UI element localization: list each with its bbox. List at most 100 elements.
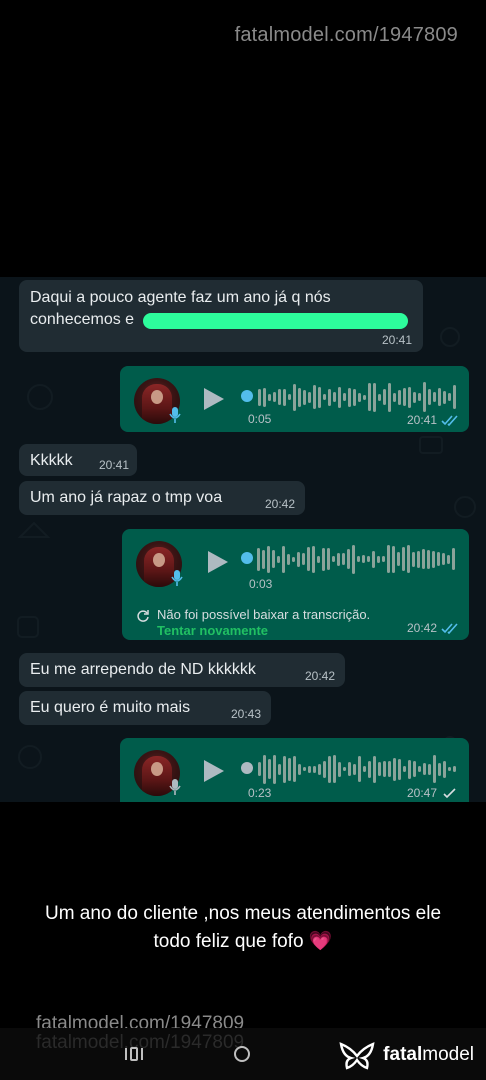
waveform-bar — [288, 394, 291, 400]
waveform-bar — [318, 763, 321, 775]
message-incoming[interactable]: Eu quero é muito mais 20:43 — [19, 691, 271, 725]
playback-position[interactable] — [241, 762, 253, 774]
single-check-icon — [443, 788, 456, 799]
waveform-bar — [428, 389, 431, 405]
waveform-bar — [367, 556, 370, 562]
waveform-bar — [348, 762, 351, 776]
message-time: 20:41 — [381, 333, 412, 347]
logo-text: fatalmodel — [383, 1044, 474, 1065]
waveform-bar — [398, 389, 401, 405]
waveform-bar — [368, 383, 371, 411]
playback-position[interactable] — [241, 552, 253, 564]
waveform-bar — [343, 393, 346, 401]
play-icon[interactable] — [204, 388, 224, 410]
waveform-bar — [292, 556, 295, 562]
play-icon[interactable] — [208, 551, 228, 573]
waveform-bar — [293, 756, 296, 782]
waveform-bar — [352, 544, 355, 574]
waveform-bar — [258, 762, 261, 776]
waveform-bar — [413, 761, 416, 777]
play-icon[interactable] — [204, 760, 224, 782]
waveform-bar — [363, 766, 366, 772]
waveform[interactable] — [258, 380, 456, 414]
waveform-bar — [373, 755, 376, 783]
waveform-bar — [378, 393, 381, 401]
message-incoming[interactable]: Um ano já rapaz o tmp voa 20:42 — [19, 481, 305, 515]
story-caption: Um ano do cliente ,nos meus atendimentos… — [0, 900, 486, 956]
waveform-bar — [368, 760, 371, 778]
waveform[interactable] — [257, 542, 455, 576]
waveform-bar — [393, 392, 396, 402]
waveform-bar — [353, 763, 356, 775]
waveform-bar — [307, 547, 310, 571]
microphone-icon — [169, 779, 181, 795]
waveform-bar — [407, 545, 410, 573]
waveform-bar — [283, 388, 286, 406]
waveform-bar — [268, 759, 271, 779]
chat-area: Daqui a pouco agente faz um ano já q nós… — [0, 277, 486, 802]
message-time: 20:42 — [304, 669, 335, 683]
audio-duration: 0:05 — [248, 412, 272, 426]
waveform-bar — [373, 382, 376, 412]
waveform-bar — [433, 755, 436, 783]
waveform-bar — [397, 552, 400, 566]
message-text: conhecemos e — [30, 311, 135, 328]
waveform-bar — [383, 761, 386, 777]
message-incoming[interactable]: Kkkkk 20:41 — [19, 444, 137, 476]
home-icon[interactable] — [232, 1044, 252, 1064]
waveform-bar — [448, 393, 451, 401]
waveform-bar — [318, 386, 321, 408]
waveform-bar — [283, 755, 286, 783]
waveform-bar — [268, 393, 271, 401]
waveform-bar — [408, 386, 411, 408]
microphone-icon — [169, 407, 181, 423]
waveform-bar — [443, 390, 446, 404]
transcription-error: Não foi possível baixar a transcrição. — [157, 607, 371, 622]
double-check-icon — [441, 415, 458, 426]
waveform-bar — [293, 383, 296, 411]
waveform-bar — [358, 756, 361, 782]
waveform-bar — [342, 553, 345, 565]
message-incoming[interactable]: Daqui a pouco agente faz um ano já q nós… — [19, 280, 423, 352]
waveform-bar — [343, 767, 346, 771]
waveform-bar — [422, 549, 425, 569]
voice-message[interactable]: 0:03 Não foi possível baixar a transcriç… — [122, 529, 469, 640]
redaction-scribble — [143, 313, 408, 329]
waveform-bar — [408, 759, 411, 779]
waveform-bar — [337, 552, 340, 566]
waveform-bar — [388, 382, 391, 412]
waveform-bar — [322, 547, 325, 571]
retry-transcription-link[interactable]: Tentar novamente — [157, 623, 268, 638]
waveform-bar — [363, 394, 366, 400]
waveform-bar — [357, 556, 360, 562]
waveform-bar — [317, 555, 320, 563]
message-time: 20:42 — [264, 497, 295, 511]
waveform-bar — [308, 391, 311, 403]
waveform-bar — [417, 550, 420, 568]
waveform-bar — [437, 552, 440, 566]
recents-icon[interactable] — [124, 1046, 144, 1062]
message-time: 20:42 — [406, 621, 437, 635]
playback-position[interactable] — [241, 390, 253, 402]
voice-message[interactable]: 0:23 20:47 — [120, 738, 469, 802]
waveform-bar — [272, 550, 275, 568]
waveform-bar — [438, 762, 441, 776]
waveform-bar — [452, 548, 455, 570]
waveform[interactable] — [258, 752, 456, 786]
message-incoming[interactable]: Eu me arrependo de ND kkkkkk 20:42 — [19, 653, 345, 687]
voice-message[interactable]: 0:05 20:41 — [120, 366, 469, 432]
double-check-icon — [441, 623, 458, 634]
waveform-bar — [387, 545, 390, 573]
microphone-icon — [171, 570, 183, 586]
waveform-bar — [402, 547, 405, 571]
message-text: Daqui a pouco agente faz um ano já q nós — [30, 289, 331, 306]
waveform-bar — [273, 754, 276, 784]
waveform-bar — [388, 761, 391, 777]
waveform-bar — [338, 761, 341, 777]
waveform-bar — [312, 545, 315, 573]
fatalmodel-logo-icon — [339, 1042, 375, 1070]
waveform-bar — [432, 550, 435, 568]
waveform-bar — [348, 387, 351, 407]
waveform-bar — [313, 765, 316, 773]
waveform-bar — [302, 553, 305, 565]
